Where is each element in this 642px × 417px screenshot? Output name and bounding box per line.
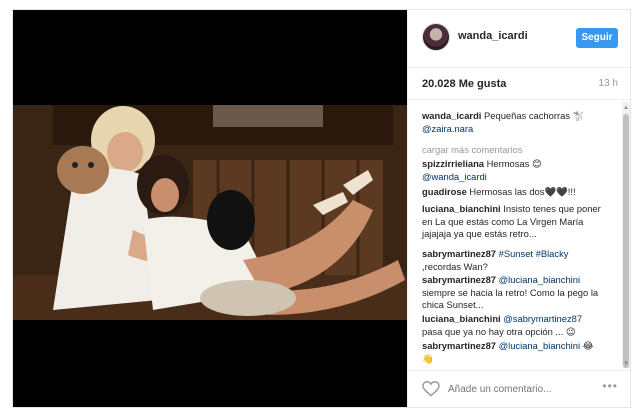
comment-username[interactable]: luciana_bianchini (422, 203, 501, 214)
comment: guadirose Hermosas las dos🖤🖤!!! (422, 186, 602, 199)
comment-username[interactable]: guadirose (422, 186, 467, 197)
scroll-up-arrow-icon[interactable]: ▲ (622, 104, 630, 112)
comment-text: Hermosas 😊 (484, 158, 542, 169)
likes-count[interactable]: 20.028 Me gusta (422, 78, 506, 90)
caption-mention[interactable]: @zaira.nara (422, 123, 473, 134)
comment: luciana_bianchini Insisto tenes que pone… (422, 203, 602, 241)
avatar[interactable] (422, 23, 450, 51)
comment: sabrymartinez87 #Sunset #Blacky ,recorda… (422, 248, 602, 273)
post-photo[interactable] (13, 10, 407, 407)
comment-mention[interactable]: @wanda_icardi (422, 171, 487, 182)
comment-username[interactable]: sabrymartinez87 (422, 248, 496, 259)
post-sidebar: wanda_icardi Seguir 20.028 Me gusta 13 h… (407, 10, 632, 407)
comments-list: wanda_icardi Pequeñas cachorras 🐩 @zaira… (408, 102, 632, 368)
comment-username[interactable]: spizzirrieliana (422, 158, 484, 169)
caption: wanda_icardi Pequeñas cachorras 🐩 @zaira… (422, 110, 602, 135)
post-photo-illustration (13, 10, 407, 407)
caption-text: Pequeñas cachorras (481, 110, 573, 121)
post-time[interactable]: 13 h (599, 78, 618, 89)
comment-mention[interactable]: @luciana_bianchini (499, 274, 580, 285)
scroll-down-arrow-icon[interactable]: ▼ (622, 360, 630, 368)
caption-username[interactable]: wanda_icardi (422, 110, 481, 121)
comment: spizzirrieliana Hermosas 😊 @wanda_icardi (422, 158, 602, 183)
comment-username[interactable]: luciana_bianchini (422, 313, 501, 324)
more-options-icon[interactable]: ••• (602, 379, 618, 393)
comment-username[interactable]: sabrymartinez87 (422, 340, 496, 351)
post-header: wanda_icardi Seguir (408, 10, 632, 68)
likes-row: 20.028 Me gusta 13 h (408, 68, 632, 100)
instagram-post: wanda_icardi Seguir 20.028 Me gusta 13 h… (12, 9, 632, 408)
comment-text: Hermosas las dos🖤🖤!!! (466, 186, 576, 197)
comment-username[interactable]: sabrymartinez87 (422, 274, 496, 285)
header-username[interactable]: wanda_icardi (458, 30, 528, 42)
scrollbar-thumb[interactable] (623, 114, 629, 368)
post-footer: ••• (408, 370, 632, 407)
comment: sabrymartinez87 @luciana_bianchini siemp… (422, 274, 602, 312)
comment: sabrymartinez87 @luciana_bianchini 😂👋 (422, 340, 602, 365)
comment-tail: siempre se hacia la retro! Como la pego … (422, 286, 599, 311)
poodle-emoji: 🐩 (572, 110, 585, 121)
comment-mention[interactable]: @luciana_bianchini (499, 340, 580, 351)
comment-tail: pasa que ya no hay otra opción ... 😉 (422, 325, 576, 337)
comment: luciana_bianchini @sabrymartinez87 pasa … (422, 313, 602, 338)
follow-button[interactable]: Seguir (576, 28, 618, 48)
comment-tail: ,recordas Wan? (422, 260, 488, 272)
comment-hashtags[interactable]: #Sunset #Blacky (499, 248, 569, 259)
comment-mention[interactable]: @sabrymartinez87 (503, 313, 582, 324)
add-comment-input[interactable] (448, 381, 588, 397)
load-more-comments[interactable]: cargar más comentarios (422, 144, 523, 155)
heart-icon[interactable] (422, 381, 440, 397)
